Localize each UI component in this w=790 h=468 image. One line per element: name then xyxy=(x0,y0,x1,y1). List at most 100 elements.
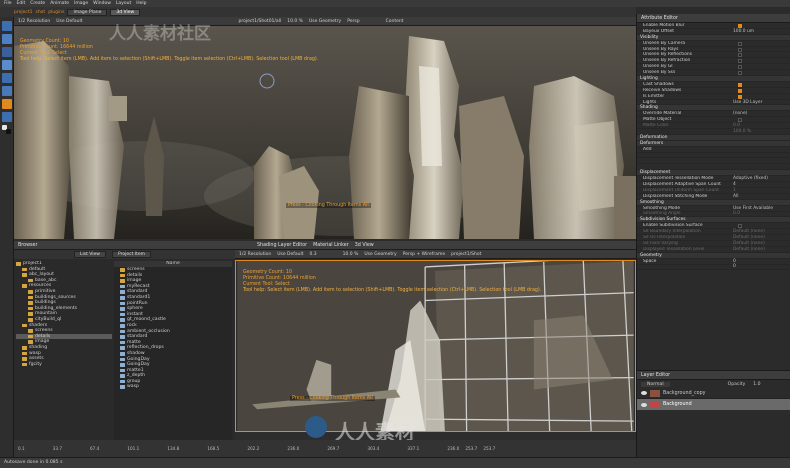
attribute-checkbox[interactable] xyxy=(738,82,742,87)
attribute-value[interactable]: Default (none) xyxy=(733,229,765,234)
attribute-checkbox[interactable] xyxy=(738,41,742,46)
tab-shading-layer-editor[interactable]: Shading Layer Editor xyxy=(257,243,307,248)
attribute-value[interactable]: 1 xyxy=(733,188,736,193)
attribute-checkbox[interactable] xyxy=(738,71,742,76)
attribute-value[interactable]: Default (none) xyxy=(733,235,765,240)
attribute-checkbox[interactable] xyxy=(738,65,742,70)
attribute-value[interactable]: 4 xyxy=(733,182,736,187)
breadcrumb-project[interactable]: project1 xyxy=(14,10,32,15)
pick-tool-icon[interactable] xyxy=(2,112,12,122)
timeline[interactable]: 0.1 33.7 67.4 101.1 134.8 168.5 202.2 236.0 269.… xyxy=(14,440,636,457)
list-view-button[interactable]: List View xyxy=(74,251,106,258)
select-tool-icon[interactable] xyxy=(2,21,12,31)
top-viewport[interactable]: 1/2 Resolution Use Default project1/Shot… xyxy=(14,17,636,239)
menu-item[interactable]: Help xyxy=(136,1,146,6)
scale-tool-icon[interactable] xyxy=(2,60,12,70)
attribute-row[interactable]: 0 xyxy=(637,264,790,271)
attribute-value[interactable]: Adaptive (fixed) xyxy=(733,176,768,181)
folder-icon xyxy=(120,273,125,278)
section-label: Visibility xyxy=(640,34,659,40)
camera-menu-bottom[interactable]: Persp + Wireframe xyxy=(403,252,445,257)
attribute-checkbox[interactable] xyxy=(738,88,742,93)
content-menu[interactable]: Content xyxy=(386,19,404,24)
scene-path[interactable]: project1/Shot01/all xyxy=(238,19,281,24)
attribute-value[interactable]: Use First Available xyxy=(733,206,773,211)
tab-3d-view[interactable]: 3d View xyxy=(110,8,141,16)
eye-icon[interactable] xyxy=(641,402,647,407)
attribute-label: Displayed Tessellation Level xyxy=(643,246,705,252)
exposure-field[interactable]: 0.3 xyxy=(309,252,316,257)
menu-item[interactable]: Image xyxy=(74,1,88,6)
attribute-value[interactable]: 100.0 um xyxy=(733,29,754,34)
folder-icon xyxy=(28,329,33,333)
zoom-field[interactable]: 10.0 % xyxy=(287,19,303,24)
folder-icon xyxy=(28,312,33,316)
status-bar: Autosave done in 0.085 s xyxy=(0,457,790,468)
attribute-value[interactable]: All xyxy=(733,194,738,199)
attribute-value[interactable]: 0 xyxy=(733,264,736,269)
attribute-value[interactable]: 0.0 xyxy=(733,123,740,128)
attribute-value[interactable]: 100.0 % xyxy=(733,129,751,134)
project-item-button[interactable]: Project Item xyxy=(111,251,152,258)
resolution-menu-bottom[interactable]: 1/2 Resolution xyxy=(239,252,271,257)
attribute-label: Unseen By Refraction xyxy=(643,58,691,64)
menu-item[interactable]: Animate xyxy=(50,1,69,6)
attribute-value[interactable]: (none) xyxy=(733,111,747,116)
attribute-checkbox[interactable] xyxy=(738,59,742,64)
attribute-label: Space xyxy=(643,258,657,264)
tab-image-plane[interactable]: Image Plane xyxy=(67,8,108,16)
rotate-tool-icon[interactable] xyxy=(2,47,12,57)
menu-item[interactable]: Create xyxy=(30,1,45,6)
opacity-value[interactable]: 1.0 xyxy=(753,382,760,387)
menu-item[interactable]: Layout xyxy=(116,1,131,6)
attribute-checkbox[interactable] xyxy=(738,118,742,123)
attribute-checkbox[interactable] xyxy=(738,224,742,229)
breadcrumb-plugins[interactable]: plugins xyxy=(48,10,64,15)
folder-icon xyxy=(22,357,27,361)
tree-item[interactable]: fgcity xyxy=(16,362,112,368)
menu-item[interactable]: Window xyxy=(93,1,111,6)
background-color-swatch[interactable] xyxy=(6,129,11,134)
camera-menu[interactable]: Persp xyxy=(347,19,359,24)
breadcrumb-shot[interactable]: shot xyxy=(35,10,45,15)
watermark-logo-icon xyxy=(305,416,327,438)
layer-name[interactable]: Background_copy xyxy=(663,391,705,396)
camera-tool-icon[interactable] xyxy=(2,73,12,83)
light-tool-icon[interactable] xyxy=(2,86,12,96)
lighting-menu[interactable]: Use Default xyxy=(56,19,82,24)
scene-path-bottom[interactable]: project1/Shot xyxy=(451,252,481,257)
active-tool-icon[interactable] xyxy=(2,99,12,109)
tab-3d-view-bottom[interactable]: 3d View xyxy=(355,243,374,248)
blend-mode-select[interactable]: Normal xyxy=(641,381,670,387)
attribute-checkbox[interactable] xyxy=(738,94,742,99)
geometry-menu[interactable]: Use Geometry xyxy=(309,19,341,24)
file-item[interactable]: wasp xyxy=(114,384,232,390)
timeline-tick: 0.1 xyxy=(18,446,25,451)
bottom-viewport[interactable]: Shading Layer Editor Material Linker 3d … xyxy=(235,241,636,440)
attribute-value[interactable]: Use 3D Layer xyxy=(733,100,762,105)
zoom-field-bottom[interactable]: 10.0 % xyxy=(343,252,359,257)
attribute-value[interactable]: Default (none) xyxy=(733,241,765,246)
move-tool-icon[interactable] xyxy=(2,34,12,44)
geometry-menu-bottom[interactable]: Use Geometry xyxy=(364,252,396,257)
file-icon xyxy=(120,340,125,345)
attribute-value[interactable]: 0 xyxy=(733,259,736,264)
attribute-label: Enable Subdivision Surface xyxy=(643,223,703,229)
folder-icon xyxy=(28,301,33,305)
resolution-menu[interactable]: 1/2 Resolution xyxy=(18,19,50,24)
menu-item[interactable]: Edit xyxy=(17,1,26,6)
eye-icon[interactable] xyxy=(641,391,647,395)
attribute-checkbox[interactable] xyxy=(738,24,742,28)
attribute-value[interactable]: Default (none) xyxy=(733,247,765,252)
layer-row-selected[interactable]: Background xyxy=(637,399,790,410)
layer-name[interactable]: Background xyxy=(663,402,692,407)
tab-material-linker[interactable]: Material Linker xyxy=(313,243,349,248)
timeline-tick: 337.1 xyxy=(407,446,420,451)
attribute-value[interactable]: 0.0 xyxy=(733,211,740,216)
section-label: Deformers xyxy=(640,140,664,146)
layer-row[interactable]: Background_copy xyxy=(637,388,790,399)
attribute-checkbox[interactable] xyxy=(738,47,742,52)
attribute-checkbox[interactable] xyxy=(738,53,742,58)
lighting-menu-bottom[interactable]: Use Default xyxy=(277,252,303,257)
menu-item[interactable]: File xyxy=(4,1,12,6)
